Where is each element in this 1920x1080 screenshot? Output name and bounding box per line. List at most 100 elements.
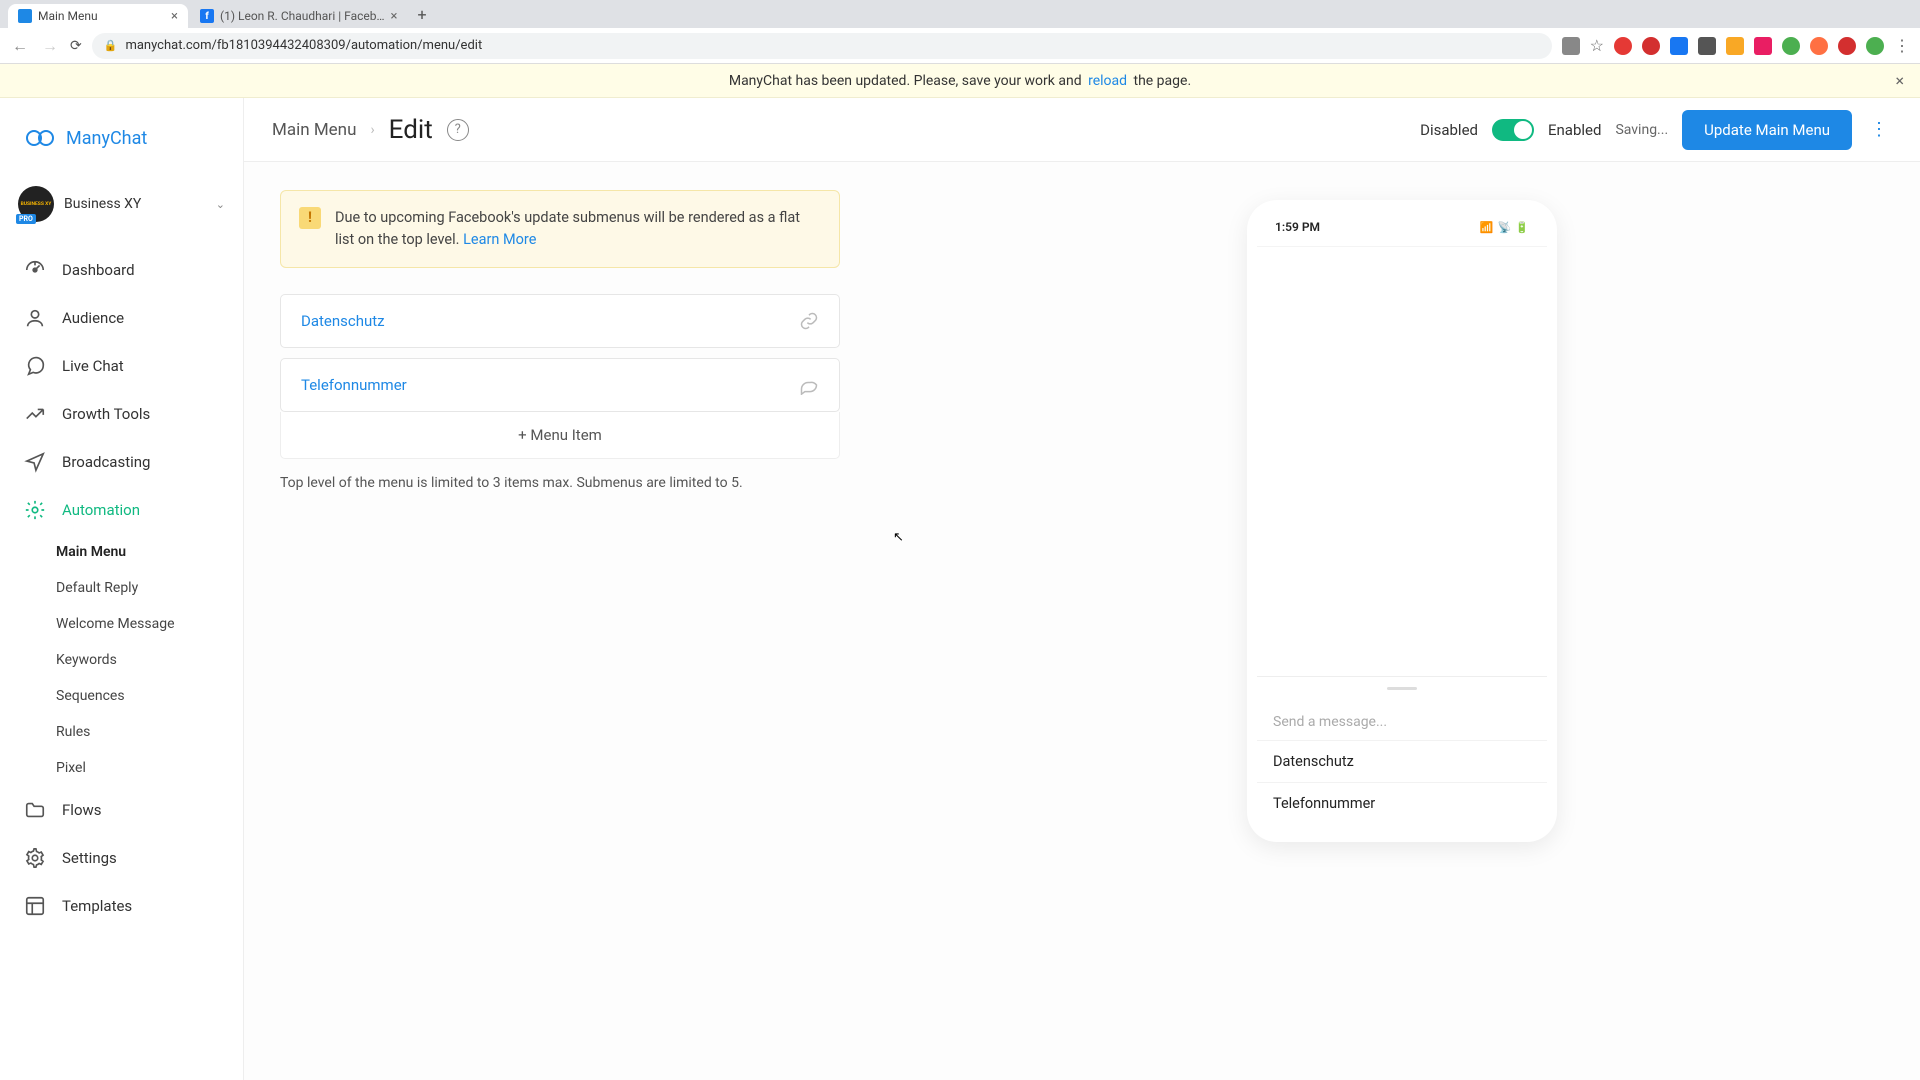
menu-item-card[interactable]: Datenschutz [280,294,840,348]
send-icon [24,451,46,473]
reply-icon [799,375,819,395]
sidebar-nav: DashboardAudienceLive Chat Growth Tools Br… [0,232,243,944]
extension-icon[interactable] [1562,37,1580,55]
forward-button[interactable]: → [40,36,60,56]
chat-icon [24,355,46,377]
breadcrumb[interactable]: Main Menu [272,120,356,140]
browser-toolbar: ← → ⟳ 🔒 manychat.com/fb181039443240830­9… [0,28,1920,64]
learn-more-link[interactable]: Learn More [463,231,536,248]
phone-menu-item: Datenschutz [1257,741,1547,783]
extension-icon[interactable] [1782,37,1800,55]
sidebar: ManyChat BUSINESS XY PRO Business XY ⌄ D… [0,98,244,1080]
menu-icon[interactable]: ⋮ [1894,36,1910,55]
close-icon[interactable]: × [1895,71,1904,90]
phone-conversation-area [1257,246,1547,676]
account-name: Business XY [64,196,206,212]
sidebar-item-broadcasting[interactable]: Broadcasting [0,438,243,486]
extension-icon[interactable] [1754,37,1772,55]
sidebar-item-audience[interactable]: Audience [0,294,243,342]
sidebar-item-label: Settings [62,849,117,867]
sidebar-item-automation[interactable]: Automation [0,486,243,534]
wifi-icon: 📡 [1498,221,1512,234]
subnav-item-welcome-message[interactable]: Welcome Message [56,606,243,642]
enabled-label: Enabled [1548,121,1601,139]
extension-icon[interactable] [1642,37,1660,55]
menu-items-list: Datenschutz Telefonnummer [280,294,840,412]
star-icon[interactable]: ☆ [1590,36,1604,55]
back-button[interactable]: ← [10,36,30,56]
subnav-item-pixel[interactable]: Pixel [56,750,243,786]
gear2-icon [24,847,46,869]
brand-name: ManyChat [66,128,147,149]
tab-title: (1) Leon R. Chaudhari | Faceb… [220,9,385,23]
alert-text: Due to upcoming Facebook's update submen… [335,209,800,248]
subnav-item-rules[interactable]: Rules [56,714,243,750]
folder-icon [24,799,46,821]
page-header: Main Menu › Edit ? Disabled Enabled Savi… [244,98,1920,162]
extension-icon[interactable] [1698,37,1716,55]
more-options-icon[interactable]: ⋮ [1866,119,1892,140]
menu-item-label: Datenschutz [301,312,385,330]
sidebar-item-label: Flows [62,801,102,819]
subnav-item-main-menu[interactable]: Main Menu [56,534,243,570]
add-menu-item-button[interactable]: + Menu Item [280,412,840,459]
page-title: Edit [389,115,433,145]
profile-avatar-icon[interactable] [1866,37,1884,55]
menu-item-card[interactable]: Telefonnummer [280,358,840,412]
update-main-menu-button[interactable]: Update Main Menu [1682,110,1852,150]
reload-button[interactable]: ⟳ [70,38,82,54]
favicon-icon [18,9,32,23]
drawer-handle-icon[interactable] [1387,687,1417,690]
preview-column: 1:59 PM 📶 📡 🔋 Send a message... Datensch… [920,190,1884,842]
chevron-right-icon: › [370,122,374,138]
subnav-item-keywords[interactable]: Keywords [56,642,243,678]
extension-icon[interactable] [1726,37,1744,55]
notification-text: ManyChat has been updated. Please, save … [729,73,1191,89]
disabled-label: Disabled [1420,121,1478,139]
subnav-item-sequences[interactable]: Sequences [56,678,243,714]
user-icon [24,307,46,329]
gear-icon [24,499,46,521]
sidebar-item-flows[interactable]: Flows [0,786,243,834]
extension-icon[interactable] [1614,37,1632,55]
sidebar-item-label: Broadcasting [62,453,150,471]
reload-link[interactable]: reload [1088,73,1127,89]
phone-menu-item: Telefonnummer [1257,783,1547,824]
sidebar-item-label: Growth Tools [62,405,150,423]
sidebar-item-templates[interactable]: Templates [0,882,243,930]
link-icon [799,311,819,331]
saving-status: Saving... [1615,122,1668,138]
help-icon[interactable]: ? [447,119,469,141]
sidebar-item-settings[interactable]: Settings [0,834,243,882]
signal-icon: 📶 [1480,221,1494,234]
close-icon[interactable]: × [391,9,398,24]
favicon-icon: f [200,9,214,23]
pro-badge: PRO [16,214,36,224]
extension-icon[interactable] [1838,37,1856,55]
limit-help-text: Top level of the menu is limited to 3 it… [280,475,840,491]
enabled-toggle[interactable] [1492,119,1534,141]
sidebar-item-label: Templates [62,897,132,915]
subnav-item-default-reply[interactable]: Default Reply [56,570,243,606]
sidebar-item-live-chat[interactable]: Live Chat [0,342,243,390]
update-notification-bar: ManyChat has been updated. Please, save … [0,64,1920,98]
message-input-preview: Send a message... [1257,704,1547,741]
brand-logo[interactable]: ManyChat [0,116,243,176]
account-selector[interactable]: BUSINESS XY PRO Business XY ⌄ [0,176,243,232]
close-icon[interactable]: × [171,9,178,24]
phone-notch [1347,208,1457,228]
speed-icon [24,259,46,281]
sidebar-item-growth-tools[interactable]: Growth Tools [0,390,243,438]
browser-tab-active[interactable]: Main Menu × [8,4,188,28]
address-bar[interactable]: 🔒 manychat.com/fb181039443240830­9/autom… [92,33,1552,59]
editor-column: ! Due to upcoming Facebook's update subm… [280,190,840,842]
extension-icon[interactable] [1670,37,1688,55]
phone-time: 1:59 PM [1275,220,1320,234]
account-avatar: BUSINESS XY PRO [18,186,54,222]
chevron-down-icon: ⌄ [216,198,225,211]
sidebar-item-dashboard[interactable]: Dashboard [0,246,243,294]
extension-icon[interactable] [1810,37,1828,55]
browser-tab[interactable]: f (1) Leon R. Chaudhari | Faceb… × [190,4,407,28]
lock-icon: 🔒 [104,39,118,52]
new-tab-button[interactable]: + [409,5,434,24]
